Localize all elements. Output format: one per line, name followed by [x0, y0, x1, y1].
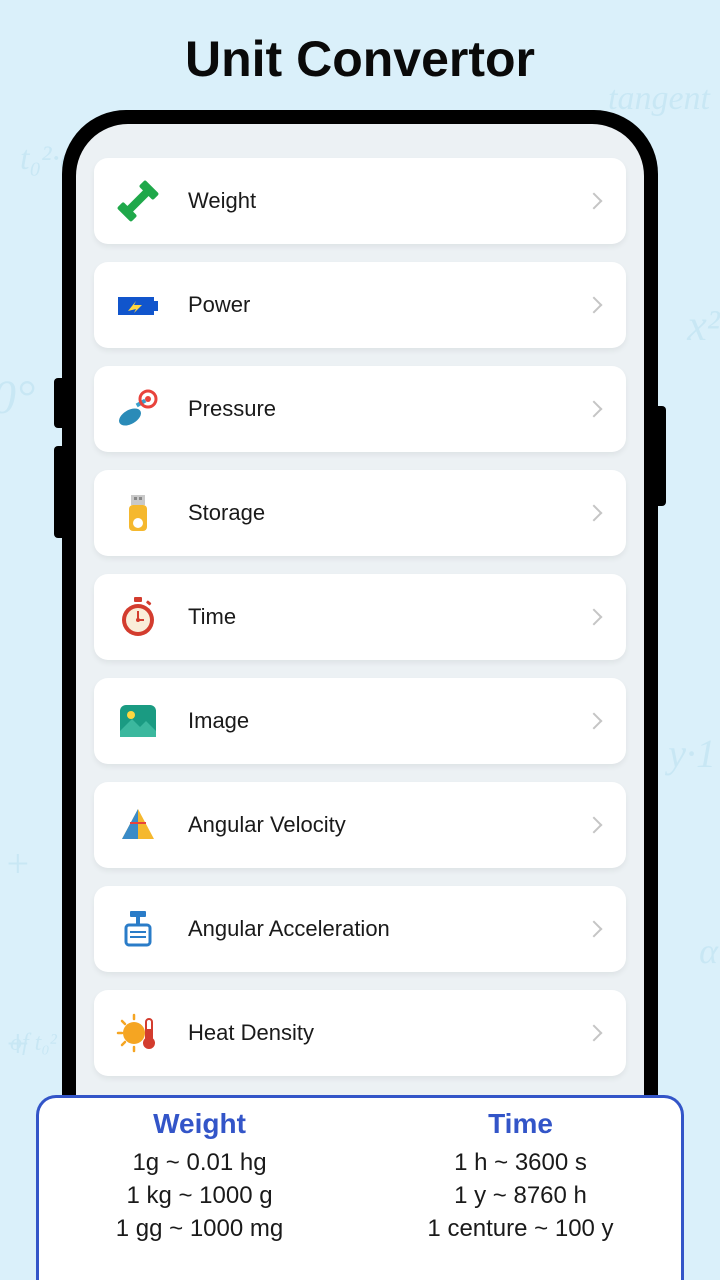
usb-icon [116, 491, 160, 535]
chevron-right-icon [586, 817, 603, 834]
phone-side-button [658, 406, 666, 506]
chevron-right-icon [586, 609, 603, 626]
chevron-right-icon [586, 401, 603, 418]
list-item-time[interactable]: Time [94, 574, 626, 660]
stopwatch-icon [116, 595, 160, 639]
phone-frame: Weight Power [62, 110, 658, 1170]
list-item-angular-velocity[interactable]: Angular Velocity [94, 782, 626, 868]
page-title: Unit Convertor [0, 0, 720, 88]
list-label: Time [188, 604, 588, 630]
list-label: Image [188, 708, 588, 734]
info-line: 1 h ~ 3600 s [454, 1149, 587, 1177]
gauge-icon [116, 387, 160, 431]
list-item-storage[interactable]: Storage [94, 470, 626, 556]
list-label: Power [188, 292, 588, 318]
list-item-power[interactable]: Power [94, 262, 626, 348]
phone-screen: Weight Power [76, 124, 644, 1170]
phone-side-button [54, 378, 62, 428]
prism-icon [116, 803, 160, 847]
list-label: Storage [188, 500, 588, 526]
list-item-weight[interactable]: Weight [94, 158, 626, 244]
info-column-weight: Weight 1g ~ 0.01 hg 1 kg ~ 1000 g 1 gg ~… [39, 1108, 360, 1280]
image-icon [116, 699, 160, 743]
list-label: Angular Acceleration [188, 916, 588, 942]
list-item-pressure[interactable]: Pressure [94, 366, 626, 452]
list-label: Weight [188, 188, 588, 214]
info-line: 1 y ~ 8760 h [454, 1182, 587, 1210]
list-label: Heat Density [188, 1020, 588, 1046]
chevron-right-icon [586, 193, 603, 210]
list-label: Pressure [188, 396, 588, 422]
chevron-right-icon [586, 713, 603, 730]
info-heading: Weight [153, 1108, 246, 1140]
info-line: 1 gg ~ 1000 mg [116, 1215, 283, 1243]
flask-icon [116, 907, 160, 951]
phone-side-button [54, 446, 62, 538]
chevron-right-icon [586, 921, 603, 938]
list-label: Angular Velocity [188, 812, 588, 838]
info-panel: Weight 1g ~ 0.01 hg 1 kg ~ 1000 g 1 gg ~… [36, 1095, 684, 1280]
battery-icon [116, 283, 160, 327]
info-line: 1 centure ~ 100 y [427, 1215, 613, 1243]
chevron-right-icon [586, 297, 603, 314]
list-item-heat-density[interactable]: Heat Density [94, 990, 626, 1076]
chevron-right-icon [586, 1025, 603, 1042]
info-column-time: Time 1 h ~ 3600 s 1 y ~ 8760 h 1 centure… [360, 1108, 681, 1280]
dumbbell-icon [116, 179, 160, 223]
info-line: 1g ~ 0.01 hg [132, 1149, 266, 1177]
list-item-image[interactable]: Image [94, 678, 626, 764]
sun-thermo-icon [116, 1011, 160, 1055]
list-item-angular-acceleration[interactable]: Angular Acceleration [94, 886, 626, 972]
chevron-right-icon [586, 505, 603, 522]
info-heading: Time [488, 1108, 553, 1140]
info-line: 1 kg ~ 1000 g [126, 1182, 272, 1210]
